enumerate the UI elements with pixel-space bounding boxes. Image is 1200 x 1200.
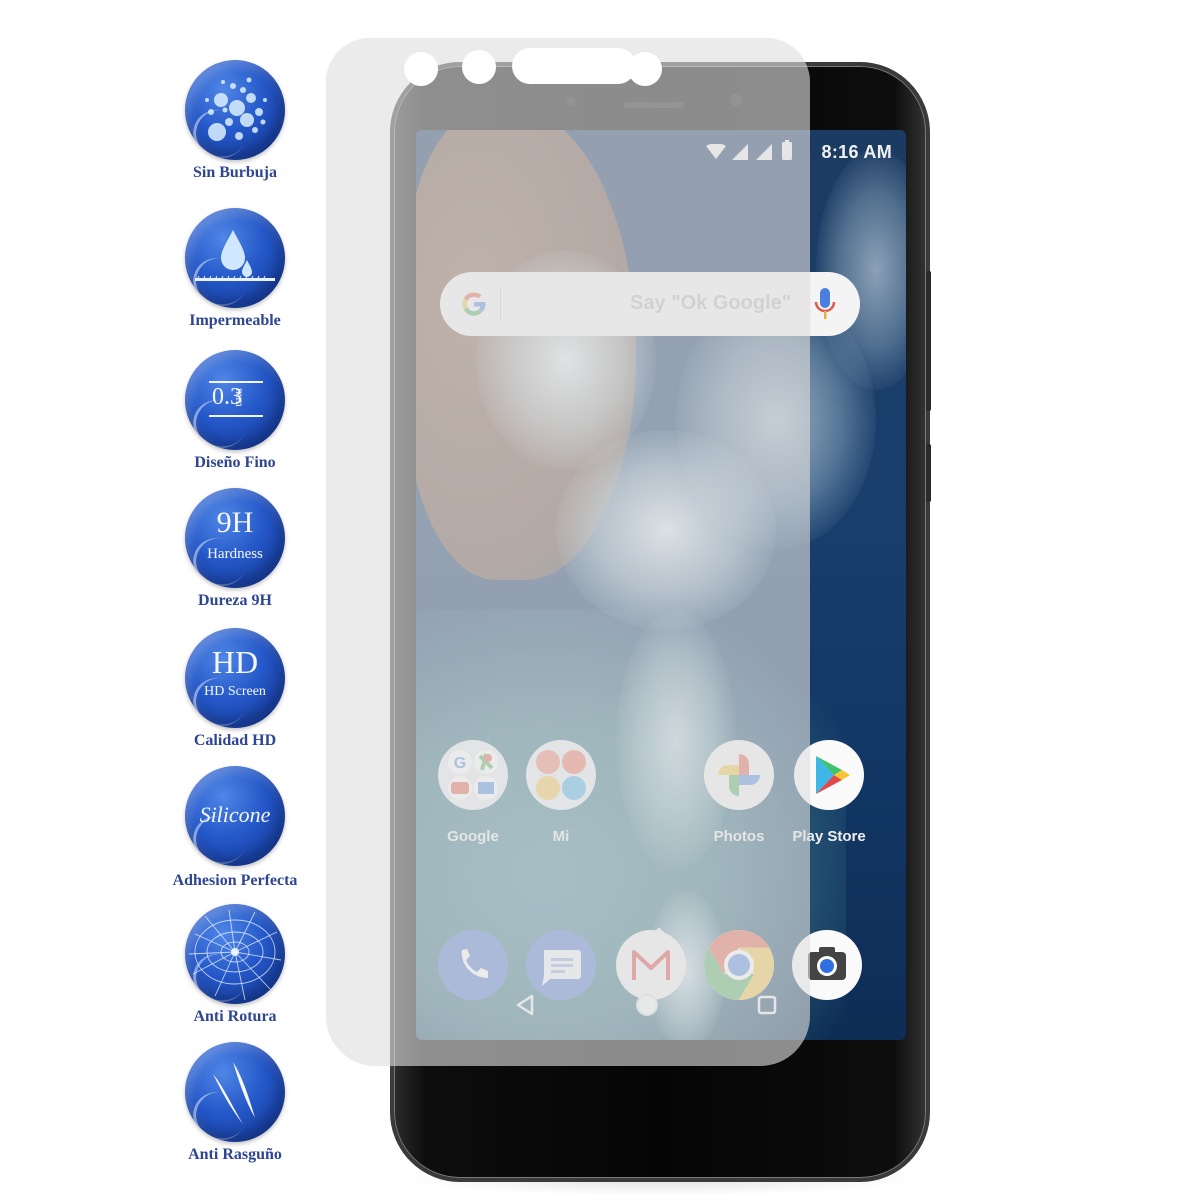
- hd-title: HD: [211, 644, 259, 680]
- hardness-icon: 9H Hardness: [185, 488, 285, 588]
- thickness-unit: mm: [233, 388, 247, 407]
- hd-sub: HD Screen: [204, 684, 266, 699]
- feature-label: Sin Burbuja: [192, 164, 278, 181]
- feature-label: Dureza 9H: [198, 592, 272, 609]
- hardness-title: 9H: [216, 506, 254, 539]
- feature-label: Anti Rasguño: [188, 1146, 282, 1163]
- silicone-icon: Silicone: [185, 766, 285, 866]
- silicone-title: Silicone: [199, 802, 271, 827]
- hardness-sub: Hardness: [207, 546, 263, 562]
- status-time: 8:16 AM: [821, 142, 892, 162]
- volume-button: [926, 271, 931, 411]
- film-cutout-sensor: [462, 50, 496, 84]
- thickness-value: 0.3: [212, 384, 242, 410]
- feature-label: Impermeable: [189, 312, 281, 329]
- scratch-icon: [185, 1042, 285, 1142]
- cracked-glass-icon: [185, 904, 285, 1004]
- film-cutout-earpiece: [512, 48, 636, 84]
- hd-icon: HD HD Screen: [185, 628, 285, 728]
- feature-label: Diseño Fino: [194, 454, 276, 471]
- screen-protector-film: [326, 38, 810, 1066]
- feature-label: Adhesion Perfecta: [172, 872, 298, 889]
- feature-label: Calidad HD: [193, 732, 277, 749]
- thickness-icon: 0.3 mm: [185, 350, 285, 450]
- power-button: [926, 444, 931, 502]
- water-drop-icon: [185, 208, 285, 308]
- microphone-icon[interactable]: [814, 286, 836, 322]
- film-cutout-camera: [628, 52, 662, 86]
- feature-label: Anti Rotura: [193, 1008, 277, 1025]
- bubbles-icon: [185, 60, 285, 160]
- film-cutout-sensor: [404, 52, 438, 86]
